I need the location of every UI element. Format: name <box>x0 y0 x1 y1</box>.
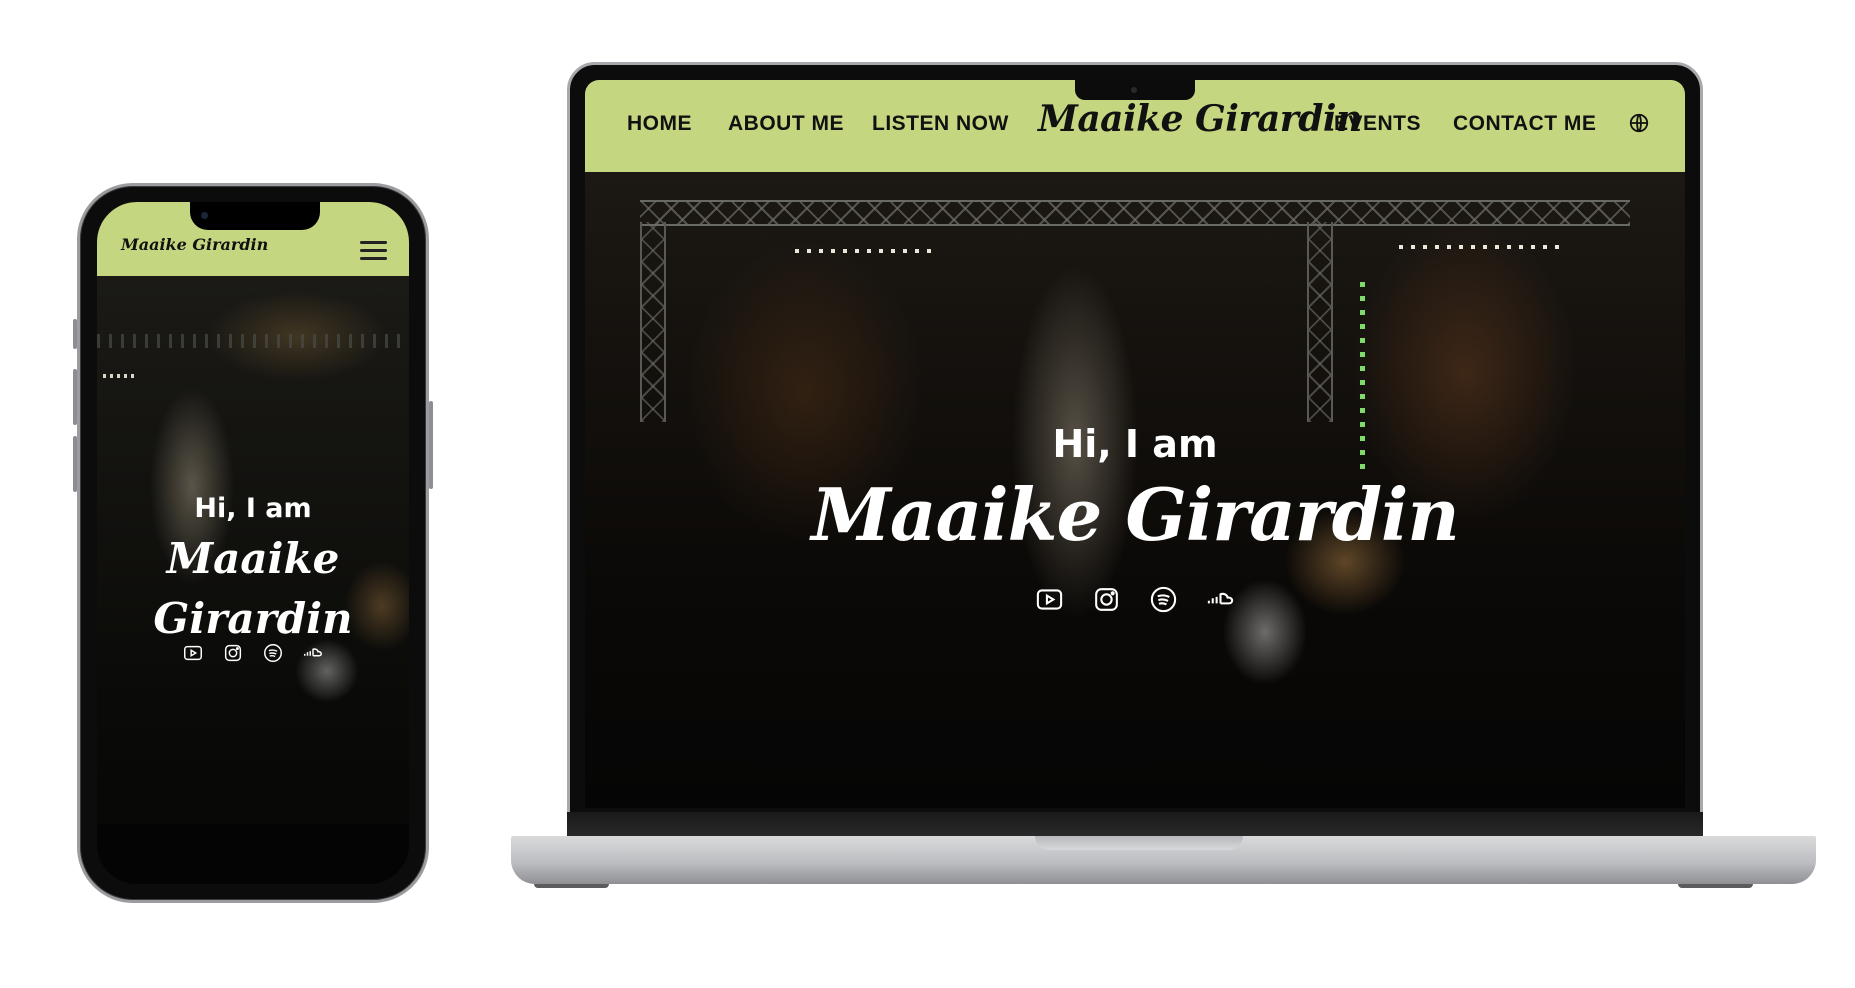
phone-volume-up-button <box>73 369 77 425</box>
desktop-logo[interactable]: Maaike Girardin <box>1038 98 1362 140</box>
laptop-foot-left <box>534 884 609 888</box>
soundcloud-icon[interactable] <box>1205 584 1236 615</box>
hero-name: Maaike Girardin <box>811 472 1460 557</box>
globe-icon[interactable] <box>1628 112 1650 134</box>
mobile-logo[interactable]: Maaike Girardin <box>121 235 268 254</box>
nav-about-me[interactable]: ABOUT ME <box>728 112 844 136</box>
nav-contact-me[interactable]: CONTACT ME <box>1453 112 1596 136</box>
stage-truss <box>97 334 409 348</box>
hero-social-links <box>585 584 1685 615</box>
nav-home[interactable]: HOME <box>627 112 692 136</box>
instagram-icon[interactable] <box>1091 584 1122 615</box>
laptop-chin <box>567 812 1703 838</box>
youtube-icon[interactable] <box>1034 584 1065 615</box>
mobile-hero-name: Maaike Girardin <box>97 529 409 649</box>
stage-lights-left <box>795 249 935 253</box>
laptop-camera <box>1131 87 1137 93</box>
mobile-bottom-area <box>97 824 409 884</box>
phone-notch <box>190 202 320 230</box>
phone-power-button <box>429 401 433 489</box>
mobile-hero-name-line2: Girardin <box>153 594 353 643</box>
laptop-opening-lip <box>1035 836 1243 850</box>
spotify-icon[interactable] <box>1148 584 1179 615</box>
spotify-icon[interactable] <box>262 642 284 664</box>
youtube-icon[interactable] <box>182 642 204 664</box>
phone-camera <box>201 212 208 219</box>
nav-events[interactable]: EVENTS <box>1334 112 1421 136</box>
desktop-hero: Hi, I am Maaike Girardin <box>585 172 1685 808</box>
phone-screen: Maaike Girardin Hi, I am Maaike Girardin <box>97 202 409 884</box>
hero-greeting: Hi, I am <box>1052 422 1218 466</box>
laptop-foot-right <box>1678 884 1753 888</box>
stage-lights <box>103 374 137 378</box>
mobile-hero-name-line1: Maaike <box>166 534 340 583</box>
phone-volume-down-button <box>73 436 77 492</box>
phone-mockup: Maaike Girardin Hi, I am Maaike Girardin <box>73 183 433 903</box>
mobile-social-links <box>97 642 409 664</box>
stage-truss-left <box>640 222 666 422</box>
hamburger-menu-icon[interactable] <box>360 241 387 261</box>
laptop-mockup: HOME ABOUT ME LISTEN NOW Maaike Girardin… <box>567 62 1703 838</box>
laptop-screen: HOME ABOUT ME LISTEN NOW Maaike Girardin… <box>585 80 1685 808</box>
phone-mute-button <box>73 319 77 349</box>
mobile-hero-greeting: Hi, I am <box>194 493 312 524</box>
mobile-hero: Hi, I am Maaike Girardin <box>97 276 409 884</box>
nav-listen-now[interactable]: LISTEN NOW <box>872 112 1009 136</box>
stage-lights-right <box>1399 245 1559 249</box>
instagram-icon[interactable] <box>222 642 244 664</box>
soundcloud-icon[interactable] <box>302 642 324 664</box>
stage-truss <box>640 200 1630 226</box>
stage-truss-right <box>1307 222 1333 422</box>
